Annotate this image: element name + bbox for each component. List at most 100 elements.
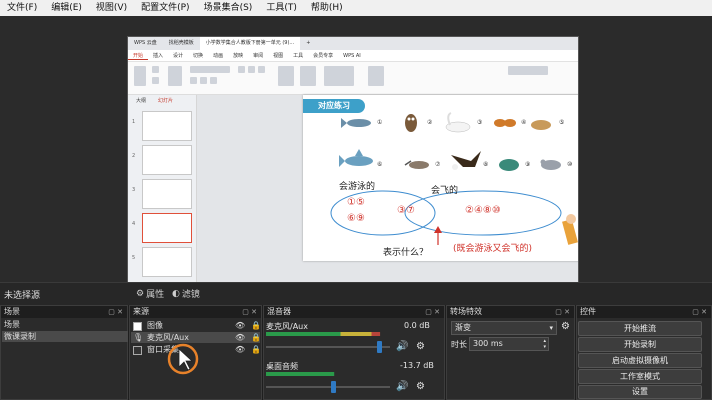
wps-ribbon-view: 视图 [273, 53, 284, 59]
picture-icon [300, 66, 316, 86]
duck-icon [404, 160, 429, 169]
menu-file[interactable]: 文件(F) [0, 0, 44, 16]
lock-icon[interactable]: 🔒 [251, 332, 261, 343]
shark-icon [339, 149, 373, 167]
scenes-dock-header: 场景 ▢ ✕ [1, 306, 127, 318]
speaker-icon[interactable]: 🔊 [396, 341, 408, 352]
menu-bar: 文件(F) 编辑(E) 视图(V) 配置文件(P) 场景集合(S) 工具(T) … [0, 0, 712, 16]
bold-icon [190, 77, 197, 84]
owl-icon [405, 114, 417, 132]
slide-thumbnail [142, 247, 192, 277]
start-streaming-button[interactable]: 开始推流 [578, 321, 702, 336]
window-source-icon [133, 346, 142, 355]
wps-ribbon-tools: 工具 [293, 53, 304, 59]
image-source-icon [133, 322, 142, 331]
sources-dock-header: 来源 ▢ ✕ [130, 306, 261, 318]
shape-icon [278, 66, 294, 86]
wps-canvas: 对应练习 ① ② ③ ④ ⑤ ⑥ ⑦ ⑧ ⑨ ⑩ 会游泳的 会飞的 ①⑤ ⑥⑨ … [197, 95, 578, 283]
controls-title: 控件 [580, 307, 596, 316]
menu-help[interactable]: 帮助(H) [304, 0, 350, 16]
fly-label: 会飞的 [431, 186, 459, 196]
menu-profile[interactable]: 配置文件(P) [134, 0, 196, 16]
sources-dock: 来源 ▢ ✕ 图像 👁 🔒 🎙 麦克风/Aux 👁 🔒 窗口采集 👁 🔒 [129, 305, 262, 400]
eye-icon[interactable]: 👁 [235, 344, 245, 355]
lock-icon[interactable]: 🔒 [251, 320, 261, 331]
audio-mixer-dock: 混音器 ▢ ✕ 麦克风/Aux 0.0 dB 🔊 ⚙ 桌面音频 -13.7 dB… [263, 305, 445, 400]
controls-dock-header: 控件 ▢ ✕ [577, 306, 711, 318]
butterfly-icon [494, 119, 516, 127]
source-item-image[interactable]: 图像 👁 🔒 [131, 320, 261, 331]
settings-button[interactable]: 设置 [578, 385, 702, 399]
mixer-title: 混音器 [267, 307, 291, 316]
wps-slide-panel: 大纲 幻灯片 1 2 3 4 5 [128, 95, 197, 283]
undock-icon[interactable]: ▢ ✕ [692, 306, 707, 318]
duration-input[interactable]: 300 ms ▴ ▾ [469, 337, 549, 351]
scene-item-selected[interactable]: 微课录制 [2, 331, 128, 342]
animal-number: ⑤ [559, 119, 565, 126]
turtle-icon [499, 159, 519, 171]
swim-only-bottom: ⑥⑨ [347, 213, 365, 224]
duration-label: 时长 [451, 340, 467, 349]
mic-channel-name: 麦克风/Aux [266, 322, 308, 331]
menu-edit[interactable]: 编辑(E) [44, 0, 89, 16]
properties-label: 属性 [146, 290, 165, 300]
desktop-volume-handle[interactable] [331, 381, 337, 393]
wps-ribbon-transition: 切换 [193, 53, 204, 59]
scenes-dock: 场景 ▢ ✕ 场景 微课录制 [0, 305, 128, 400]
new-slide-icon [168, 66, 182, 86]
captured-wps-window: WPS 云盘 找稻壳模板 小学数学集合人教版下册第一单元 (9)... + 开始… [127, 36, 579, 293]
lock-icon[interactable]: 🔒 [251, 344, 261, 355]
gear-icon[interactable]: ⚙ [561, 321, 570, 332]
slide-thumbnail [142, 179, 192, 209]
answer-text: (既会游泳又会飞的) [453, 244, 533, 254]
wps-ribbon-slideshow: 放映 [233, 53, 244, 59]
animal-number: ⑧ [483, 161, 489, 168]
eye-icon[interactable]: 👁 [235, 332, 245, 343]
question-text: 表示什么？ [383, 248, 429, 258]
menu-tools[interactable]: 工具(T) [259, 0, 304, 16]
wps-ribbon-insert: 插入 [153, 53, 164, 59]
font-box-icon [190, 66, 230, 73]
transition-select[interactable]: 渐变 ▾ [451, 321, 557, 335]
undock-icon[interactable]: ▢ ✕ [108, 306, 123, 318]
mic-volume-handle[interactable] [377, 341, 383, 353]
wps-ribbon-animation: 动画 [213, 53, 224, 59]
source-label: 图像 [147, 321, 163, 330]
mixer-dock-header: 混音器 ▢ ✕ [264, 306, 444, 318]
fish-icon [341, 118, 371, 128]
animal-number: ② [427, 119, 433, 126]
mic-volume-track[interactable] [266, 346, 390, 348]
start-recording-button[interactable]: 开始录制 [578, 337, 702, 352]
speaker-icon[interactable]: 🔊 [396, 381, 408, 392]
chevron-down-icon: ▾ [549, 324, 553, 332]
menu-view[interactable]: 视图(V) [89, 0, 134, 16]
properties-button[interactable]: ⚙ 属性 [136, 286, 164, 301]
desktop-volume-track[interactable] [266, 386, 390, 388]
outline-tab: 大纲 [136, 98, 147, 104]
preview-area[interactable]: WPS 云盘 找稻壳模板 小学数学集合人教版下册第一单元 (9)... + 开始… [0, 16, 712, 293]
eye-icon[interactable]: 👁 [235, 320, 245, 331]
moth-icon [531, 120, 551, 130]
filter-icon: ◐ [172, 288, 180, 299]
wps-toolbar [128, 62, 578, 95]
filters-button[interactable]: ◐ 滤镜 [172, 286, 200, 301]
scene-item[interactable]: 场景 [2, 319, 128, 330]
start-virtual-camera-button[interactable]: 启动虚拟摄像机 [578, 353, 702, 368]
gear-icon[interactable]: ⚙ [416, 381, 425, 392]
slide-number: 5 [132, 255, 136, 261]
menu-scene-collection[interactable]: 场景集合(S) [197, 0, 260, 16]
undock-icon[interactable]: ▢ ✕ [555, 306, 570, 318]
microphone-icon: 🎙 [133, 333, 144, 342]
scenes-title: 场景 [4, 307, 20, 316]
animal-number: ⑩ [567, 161, 573, 168]
align-center-icon [248, 66, 255, 73]
gear-icon[interactable]: ⚙ [416, 341, 425, 352]
paste-icon [134, 66, 146, 86]
undock-icon[interactable]: ▢ ✕ [425, 306, 440, 318]
studio-mode-button[interactable]: 工作室模式 [578, 369, 702, 384]
stepper-icon[interactable]: ▴ ▾ [543, 338, 546, 350]
cut-icon [152, 66, 159, 73]
animal-number: ④ [521, 119, 527, 126]
animal-number: ⑨ [525, 161, 531, 168]
undock-icon[interactable]: ▢ ✕ [242, 306, 257, 318]
